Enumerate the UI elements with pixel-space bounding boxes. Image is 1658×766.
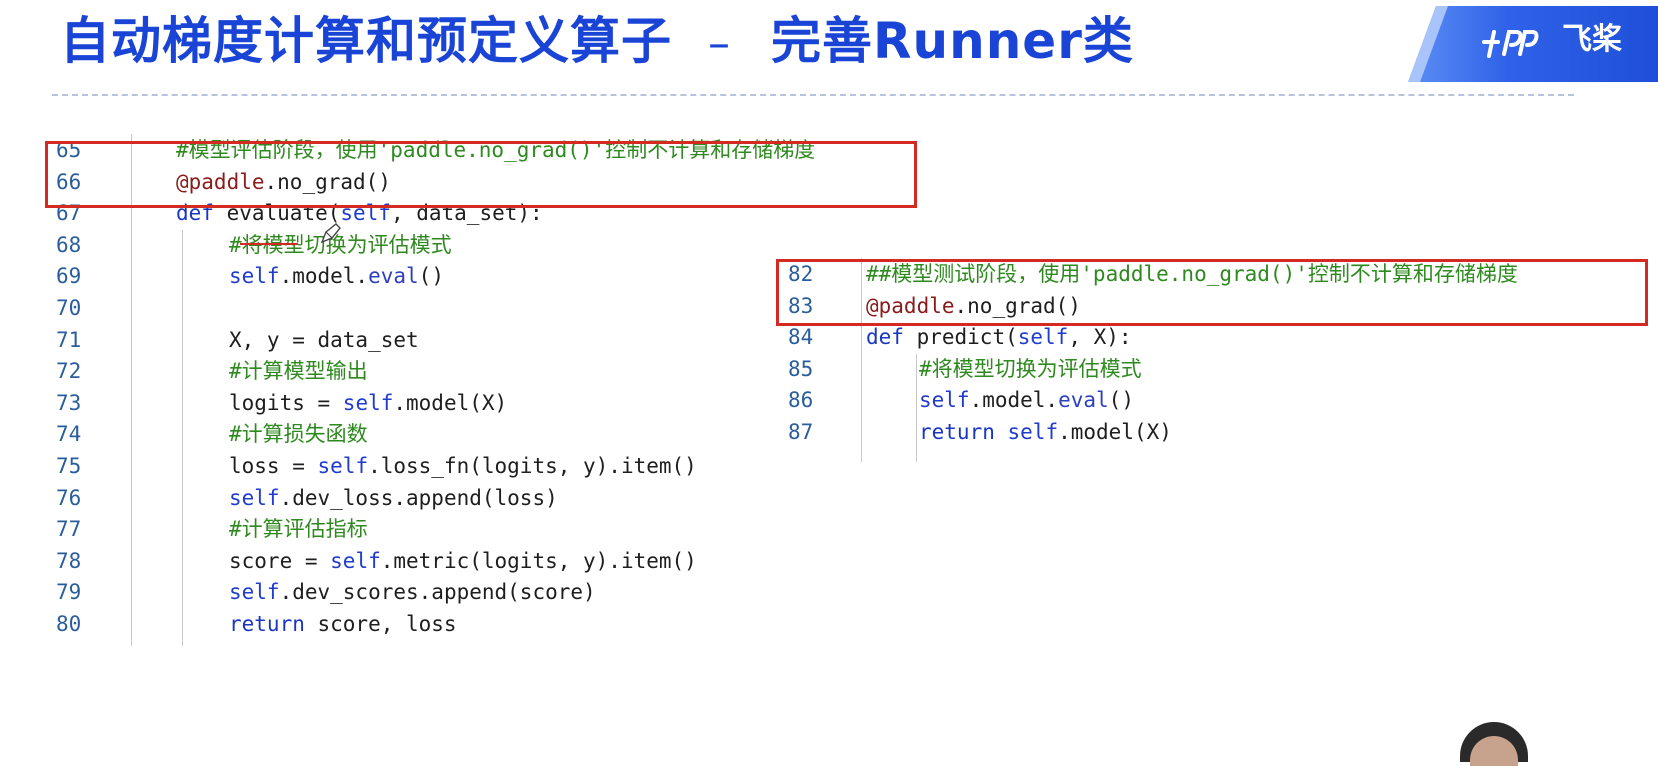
code-text: self.dev_loss.append(loss) — [229, 482, 558, 514]
code-token: , X): — [1068, 325, 1132, 350]
code-line: 76 self.dev_loss.append(loss) — [56, 482, 816, 514]
code-line: 79 self.dev_scores.append(score) — [56, 576, 816, 608]
code-token: self — [229, 485, 280, 510]
code-line: 73 logits = self.model(X) — [56, 387, 816, 419]
line-number: 76 — [56, 485, 82, 510]
code-line: 72 #计算模型输出 — [56, 355, 816, 387]
code-token: def — [866, 325, 904, 350]
line-number: 77 — [56, 517, 82, 542]
code-line: 85 #将模型切换为评估模式 — [788, 353, 1648, 385]
code-text: #将模型切换为评估模式 — [919, 353, 1142, 385]
line-number: 86 — [788, 388, 814, 413]
code-block-evaluate: 65 #模型评估阶段，使用'paddle.no_grad()'控制不计算和存储梯度… — [56, 134, 816, 654]
slide-title: 自动梯度计算和预定义算子 – 完善Runner类 — [60, 6, 1134, 76]
code-token: loss = — [229, 454, 318, 478]
code-text: #计算模型输出 — [229, 355, 368, 387]
code-text: self.dev_scores.append(score) — [229, 576, 596, 608]
line-number: 73 — [56, 390, 82, 415]
code-text: self.model.eval() — [229, 260, 444, 292]
code-token: self — [1017, 325, 1069, 350]
line-number: 68 — [56, 232, 82, 257]
logo-text: 飞桨 — [1562, 22, 1622, 57]
code-token: self — [229, 580, 280, 605]
logo-stripe — [1408, 6, 1448, 82]
line-number: 70 — [56, 296, 82, 320]
line-number: 80 — [56, 612, 82, 636]
title-divider — [52, 94, 1574, 96]
code-token: () — [418, 264, 444, 289]
code-token: #计算模型输出 — [229, 359, 368, 384]
code-token: self — [330, 548, 381, 573]
slide-title-main: 自动梯度计算和预定义算子 — [60, 12, 672, 70]
line-number: 78 — [56, 548, 82, 573]
code-text: loss = self.loss_fn(logits, y).item() — [229, 450, 697, 482]
code-line: 70 — [56, 292, 816, 324]
pen-cursor-icon — [320, 223, 341, 244]
paddlepaddle-logo-icon — [1482, 30, 1539, 58]
line-number: 71 — [56, 327, 82, 352]
code-token: score, loss — [304, 612, 457, 636]
code-text: return score, loss — [229, 608, 457, 640]
code-token: return — [229, 612, 305, 636]
code-line: 87 return self.model(X) — [788, 416, 1648, 448]
code-text: X, y = data_set — [229, 324, 419, 356]
code-line: 74 #计算损失函数 — [56, 418, 816, 450]
line-number: 85 — [788, 356, 814, 381]
code-token: .loss_fn(logits, y).item() — [368, 454, 697, 478]
code-token: .model. — [279, 264, 369, 289]
code-token: () — [1108, 388, 1134, 413]
code-line: 68 #将模型切换为评估模式 — [56, 229, 816, 261]
line-number: 79 — [56, 580, 82, 605]
line-number: 75 — [56, 454, 82, 478]
code-text: self.model.eval() — [919, 384, 1134, 416]
code-token: predict( — [903, 325, 1018, 350]
line-number: 74 — [56, 422, 82, 447]
code-token: return — [919, 420, 995, 444]
code-token: self — [317, 454, 369, 478]
line-number: 72 — [56, 359, 82, 384]
code-token: #将模型切换为评估模式 — [919, 356, 1142, 381]
code-token: .dev_scores.append(score) — [279, 580, 596, 605]
code-text: logits = self.model(X) — [229, 387, 507, 419]
code-line: 69 self.model.eval() — [56, 260, 816, 292]
code-token: eval — [368, 264, 419, 289]
code-token: .metric(logits, y).item() — [380, 548, 697, 573]
code-line: 77 #计算评估指标 — [56, 513, 816, 545]
code-token: eval — [1058, 388, 1109, 413]
line-number: 69 — [56, 264, 82, 289]
line-number: 87 — [788, 420, 814, 444]
code-line: 80 return score, loss — [56, 608, 816, 640]
code-token: self — [1007, 420, 1059, 444]
code-line: 71 X, y = data_set — [56, 324, 816, 356]
code-text: return self.model(X) — [919, 416, 1172, 448]
code-token: self — [919, 388, 970, 413]
code-line: 86 self.model.eval() — [788, 384, 1648, 416]
code-token: .model(X) — [1058, 420, 1172, 444]
code-token: .model. — [969, 388, 1059, 413]
code-token: .dev_loss.append(loss) — [279, 485, 558, 510]
slide-title-sub: 完善Runner类 — [771, 12, 1134, 70]
highlight-box-no-grad-evaluate — [45, 141, 917, 208]
code-text: #计算评估指标 — [229, 513, 368, 545]
code-token: #计算损失函数 — [229, 422, 368, 447]
code-line: 78 score = self.metric(logits, y).item() — [56, 545, 816, 577]
code-token: self — [342, 390, 394, 415]
code-text: #计算损失函数 — [229, 418, 368, 450]
code-token: score = — [229, 548, 331, 573]
title-separator: – — [708, 18, 731, 69]
highlight-box-no-grad-predict — [776, 259, 1648, 326]
annotation-underline — [240, 243, 298, 245]
code-token: logits = — [229, 390, 343, 415]
code-token: X, y = data_set — [229, 327, 419, 352]
code-token: #计算评估指标 — [229, 517, 368, 542]
code-line: 75 loss = self.loss_fn(logits, y).item() — [56, 450, 816, 482]
code-text: score = self.metric(logits, y).item() — [229, 545, 697, 577]
code-token: .model(X) — [393, 390, 508, 415]
code-token: self — [229, 264, 280, 289]
